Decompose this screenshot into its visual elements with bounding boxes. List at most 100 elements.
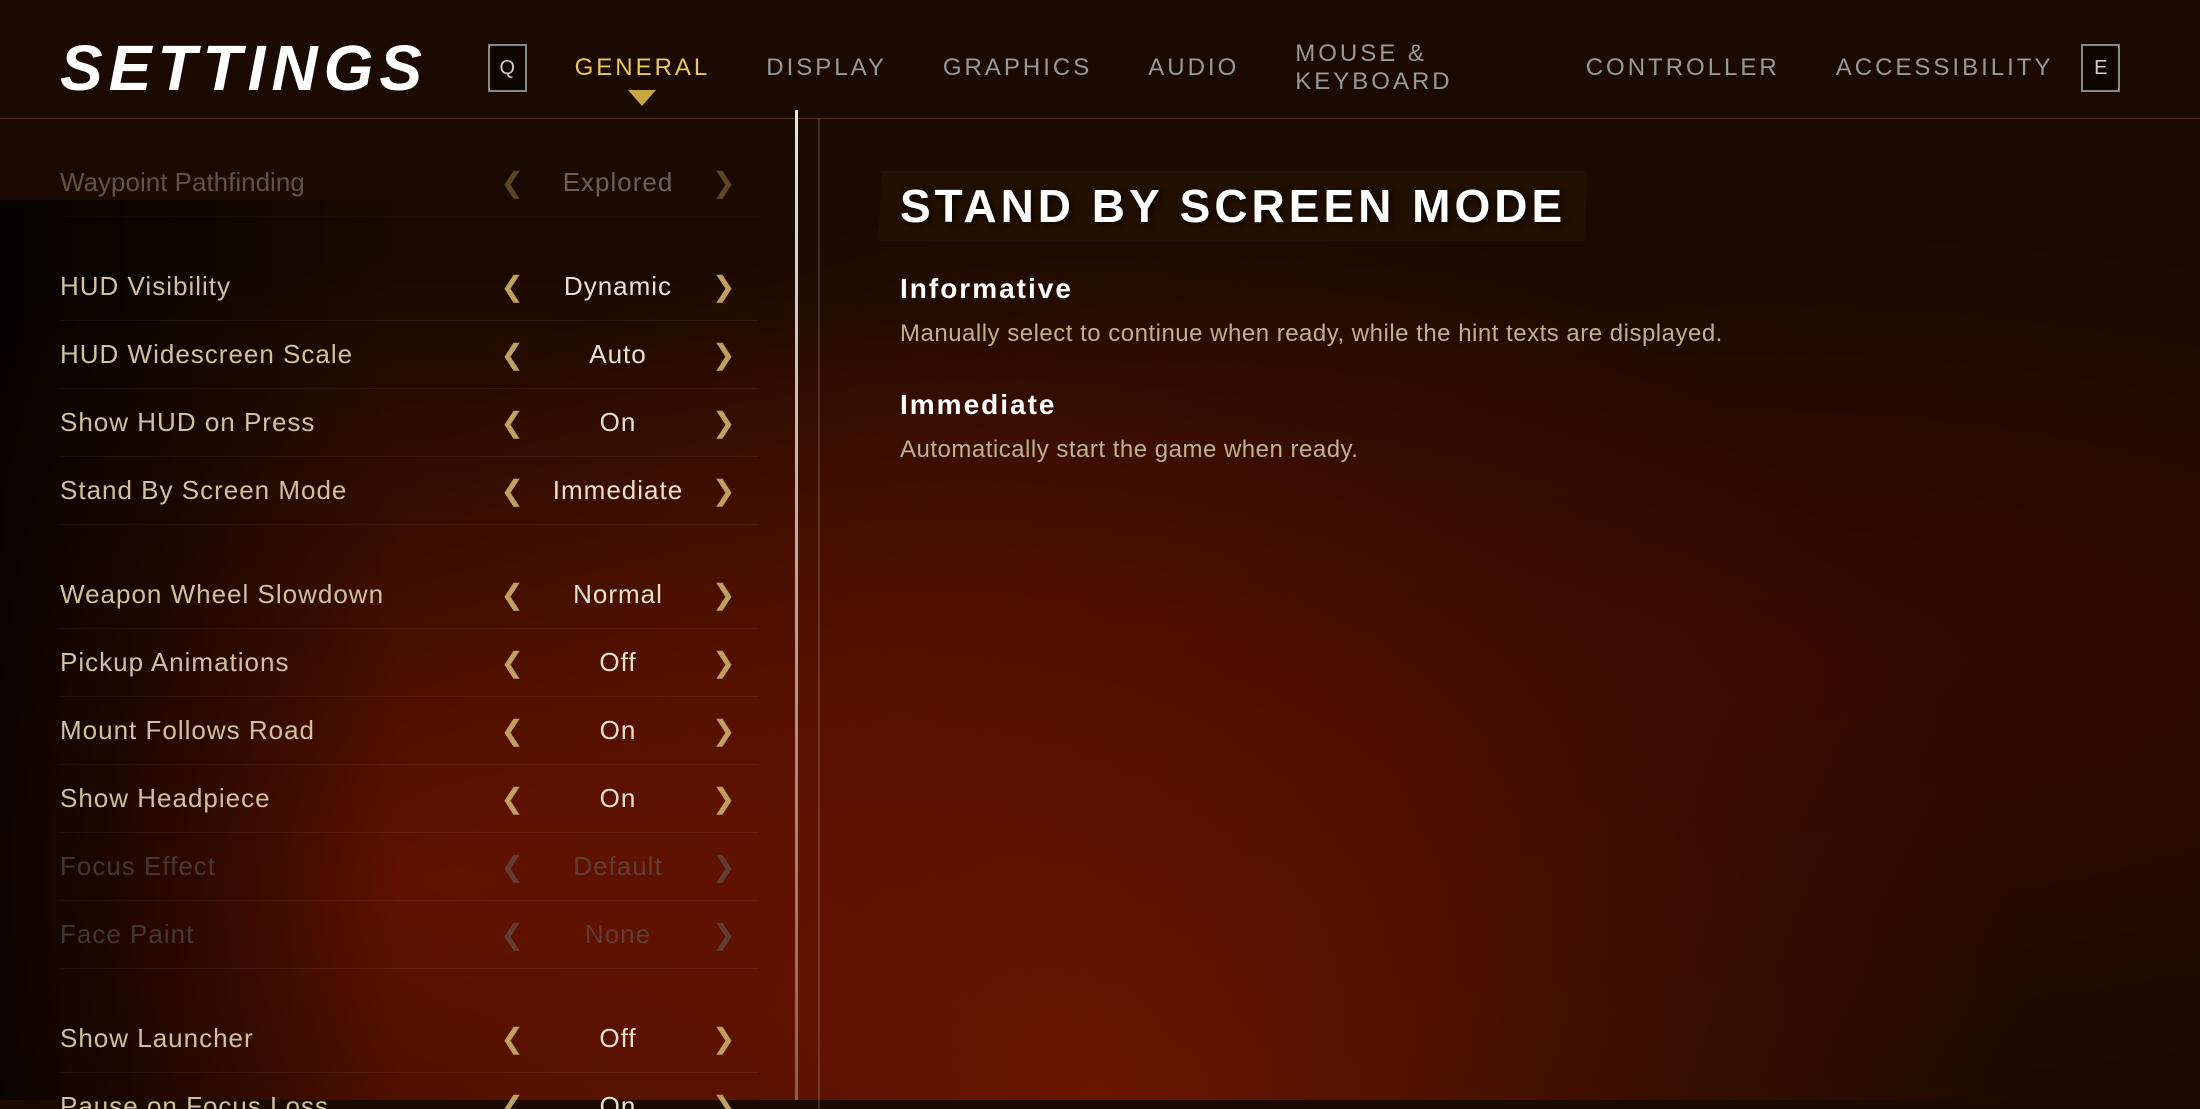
tab-general[interactable]: GENERAL bbox=[547, 42, 739, 94]
info-section-title-immediate: Immediate bbox=[900, 389, 2120, 421]
setting-label-mount-follows-road: Mount Follows Road bbox=[60, 715, 478, 746]
page-title: SETTINGS bbox=[60, 31, 428, 105]
setting-control-weapon-wheel-slowdown: ❮ Normal ❯ bbox=[478, 579, 758, 610]
truncated-value: Explored bbox=[548, 167, 688, 198]
pickup-anim-right-arrow[interactable]: ❯ bbox=[712, 649, 735, 677]
mount-follows-right-arrow[interactable]: ❯ bbox=[712, 717, 735, 745]
setting-control-mount-follows-road: ❮ On ❯ bbox=[478, 715, 758, 746]
face-paint-value: None bbox=[548, 919, 688, 950]
show-hud-value: On bbox=[548, 407, 688, 438]
info-section-immediate: Immediate Automatically start the game w… bbox=[900, 389, 2120, 469]
hud-visibility-left-arrow[interactable]: ❮ bbox=[501, 273, 524, 301]
truncated-label: Waypoint Pathfinding bbox=[60, 167, 478, 198]
setting-label-show-launcher: Show Launcher bbox=[60, 1023, 478, 1054]
truncated-left-arrow[interactable]: ❮ bbox=[501, 169, 524, 197]
show-headpiece-right-arrow[interactable]: ❯ bbox=[712, 785, 735, 813]
setting-label-hud-visibility: HUD Visibility bbox=[60, 271, 478, 302]
weapon-wheel-left-arrow[interactable]: ❮ bbox=[501, 581, 524, 609]
setting-control-stand-by-screen-mode: ❮ Immediate ❯ bbox=[478, 475, 758, 506]
tab-audio[interactable]: AUDIO bbox=[1120, 42, 1267, 94]
pickup-anim-left-arrow[interactable]: ❮ bbox=[501, 649, 524, 677]
face-paint-right-arrow[interactable]: ❯ bbox=[712, 921, 735, 949]
setting-label-show-hud-on-press: Show HUD on Press bbox=[60, 407, 478, 438]
focus-effect-value: Default bbox=[548, 851, 688, 882]
gap-2 bbox=[60, 525, 758, 561]
setting-label-pickup-animations: Pickup Animations bbox=[60, 647, 478, 678]
setting-label-stand-by-screen-mode: Stand By Screen Mode bbox=[60, 475, 478, 506]
setting-row-show-hud-on-press: Show HUD on Press ❮ On ❯ bbox=[60, 389, 758, 457]
tab-mouse-keyboard[interactable]: MOUSE & KEYBOARD bbox=[1267, 28, 1557, 108]
setting-row-pickup-animations: Pickup Animations ❮ Off ❯ bbox=[60, 629, 758, 697]
hud-widescreen-value: Auto bbox=[548, 339, 688, 370]
setting-label-weapon-wheel-slowdown: Weapon Wheel Slowdown bbox=[60, 579, 478, 610]
setting-control-show-hud-on-press: ❮ On ❯ bbox=[478, 407, 758, 438]
mount-follows-value: On bbox=[548, 715, 688, 746]
show-launcher-right-arrow[interactable]: ❯ bbox=[712, 1025, 735, 1053]
setting-label-hud-widescreen-scale: HUD Widescreen Scale bbox=[60, 339, 478, 370]
setting-label-pause-on-focus-loss: Pause on Focus Loss bbox=[60, 1091, 478, 1109]
setting-row-pause-on-focus-loss: Pause on Focus Loss ❮ On ❯ bbox=[60, 1073, 758, 1109]
truncated-right-arrow[interactable]: ❯ bbox=[712, 169, 735, 197]
show-headpiece-value: On bbox=[548, 783, 688, 814]
setting-control-pause-on-focus-loss: ❮ On ❯ bbox=[478, 1091, 758, 1109]
header: SETTINGS Q GENERAL DISPLAY GRAPHICS AUDI… bbox=[0, 0, 2200, 119]
focus-effect-left-arrow[interactable]: ❮ bbox=[501, 853, 524, 881]
truncated-row: Waypoint Pathfinding ❮ Explored ❯ bbox=[60, 149, 758, 217]
tab-display[interactable]: DISPLAY bbox=[738, 42, 915, 94]
pause-focus-left-arrow[interactable]: ❮ bbox=[501, 1093, 524, 1109]
stand-by-left-arrow[interactable]: ❮ bbox=[501, 477, 524, 505]
setting-control-face-paint: ❮ None ❯ bbox=[478, 919, 758, 950]
setting-row-hud-visibility: HUD Visibility ❮ Dynamic ❯ bbox=[60, 253, 758, 321]
pause-focus-right-arrow[interactable]: ❯ bbox=[712, 1093, 735, 1109]
gap-3 bbox=[60, 969, 758, 1005]
show-launcher-left-arrow[interactable]: ❮ bbox=[501, 1025, 524, 1053]
panel-divider bbox=[795, 110, 798, 1100]
setting-row-weapon-wheel-slowdown: Weapon Wheel Slowdown ❮ Normal ❯ bbox=[60, 561, 758, 629]
gap-1 bbox=[60, 217, 758, 253]
tab-graphics[interactable]: GRAPHICS bbox=[915, 42, 1120, 94]
show-hud-right-arrow[interactable]: ❯ bbox=[712, 409, 735, 437]
setting-control-hud-widescreen-scale: ❮ Auto ❯ bbox=[478, 339, 758, 370]
nav-tabs: Q GENERAL DISPLAY GRAPHICS AUDIO MOUSE &… bbox=[488, 28, 2140, 108]
setting-row-face-paint: Face Paint ❮ None ❯ bbox=[60, 901, 758, 969]
tab-accessibility[interactable]: ACCESSIBILITY bbox=[1808, 42, 2082, 94]
show-launcher-value: Off bbox=[548, 1023, 688, 1054]
main-body: Waypoint Pathfinding ❮ Explored ❯ HUD Vi… bbox=[0, 119, 2200, 1109]
face-paint-left-arrow[interactable]: ❮ bbox=[501, 921, 524, 949]
nav-key-left[interactable]: Q bbox=[488, 44, 527, 92]
info-section-informative: Informative Manually select to continue … bbox=[900, 273, 2120, 353]
stand-by-right-arrow[interactable]: ❯ bbox=[712, 477, 735, 505]
hud-widescreen-right-arrow[interactable]: ❯ bbox=[712, 341, 735, 369]
setting-row-show-launcher: Show Launcher ❮ Off ❯ bbox=[60, 1005, 758, 1073]
tab-controller[interactable]: CONTROLLER bbox=[1558, 42, 1808, 94]
nav-key-right[interactable]: E bbox=[2081, 44, 2120, 92]
focus-effect-right-arrow[interactable]: ❯ bbox=[712, 853, 735, 881]
setting-row-focus-effect: Focus Effect ❮ Default ❯ bbox=[60, 833, 758, 901]
show-hud-left-arrow[interactable]: ❮ bbox=[501, 409, 524, 437]
hud-widescreen-left-arrow[interactable]: ❮ bbox=[501, 341, 524, 369]
pickup-anim-value: Off bbox=[548, 647, 688, 678]
hud-visibility-value: Dynamic bbox=[548, 271, 688, 302]
setting-control-show-headpiece: ❮ On ❯ bbox=[478, 783, 758, 814]
setting-row-stand-by-screen-mode: Stand By Screen Mode ❮ Immediate ❯ bbox=[60, 457, 758, 525]
info-panel: STAND BY SCREEN MODE Informative Manuall… bbox=[820, 119, 2200, 1109]
setting-control-focus-effect: ❮ Default ❯ bbox=[478, 851, 758, 882]
info-panel-title: STAND BY SCREEN MODE bbox=[900, 179, 1566, 233]
info-section-text-immediate: Automatically start the game when ready. bbox=[900, 431, 2120, 469]
info-section-text-informative: Manually select to continue when ready, … bbox=[900, 315, 2120, 353]
setting-control-pickup-animations: ❮ Off ❯ bbox=[478, 647, 758, 678]
setting-row-mount-follows-road: Mount Follows Road ❮ On ❯ bbox=[60, 697, 758, 765]
setting-row-show-headpiece: Show Headpiece ❮ On ❯ bbox=[60, 765, 758, 833]
weapon-wheel-value: Normal bbox=[548, 579, 688, 610]
settings-panel: Waypoint Pathfinding ❮ Explored ❯ HUD Vi… bbox=[0, 119, 820, 1109]
weapon-wheel-right-arrow[interactable]: ❯ bbox=[712, 581, 735, 609]
setting-label-show-headpiece: Show Headpiece bbox=[60, 783, 478, 814]
show-headpiece-left-arrow[interactable]: ❮ bbox=[501, 785, 524, 813]
hud-visibility-right-arrow[interactable]: ❯ bbox=[712, 273, 735, 301]
setting-label-face-paint: Face Paint bbox=[60, 919, 478, 950]
setting-control-hud-visibility: ❮ Dynamic ❯ bbox=[478, 271, 758, 302]
pause-focus-value: On bbox=[548, 1091, 688, 1109]
info-section-title-informative: Informative bbox=[900, 273, 2120, 305]
mount-follows-left-arrow[interactable]: ❮ bbox=[501, 717, 524, 745]
main-content: SETTINGS Q GENERAL DISPLAY GRAPHICS AUDI… bbox=[0, 0, 2200, 1100]
